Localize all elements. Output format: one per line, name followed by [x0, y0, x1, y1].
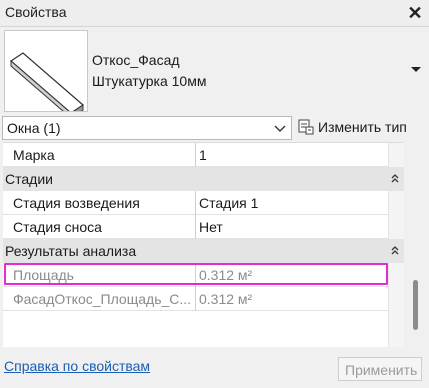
type-preview-image[interactable]	[4, 30, 88, 112]
collapse-chevron-icon[interactable]	[388, 244, 402, 258]
window-title: Свойства	[5, 4, 67, 20]
title-bar: Свойства ✕	[0, 0, 429, 26]
scrollbar-thumb[interactable]	[413, 280, 418, 330]
properties-help-link[interactable]: Справка по свойствам	[4, 358, 150, 374]
property-label: Стадия сноса	[13, 219, 102, 235]
type-dropdown-arrow-icon[interactable]	[410, 64, 422, 74]
filter-selected-value: Окна (1)	[7, 120, 61, 136]
area-row-highlight	[4, 263, 388, 285]
close-icon[interactable]: ✕	[405, 2, 425, 24]
divider	[0, 26, 429, 27]
category-analysis-results[interactable]: Результаты анализа	[3, 239, 404, 263]
chevron-down-icon	[274, 125, 286, 132]
instance-filter-dropdown[interactable]: Окна (1)	[2, 116, 292, 140]
edit-type-label: Изменить тип	[318, 119, 407, 135]
property-label: ФасадОткос_Площадь_С...	[13, 291, 192, 307]
property-row-phase-demolished[interactable]: Стадия сноса Нет	[3, 215, 388, 239]
property-row-mark[interactable]: Марка 1	[3, 143, 388, 167]
category-label: Результаты анализа	[5, 243, 137, 259]
collapse-chevron-icon[interactable]	[388, 172, 402, 186]
category-label: Стадии	[5, 171, 53, 187]
wall-slab-preview-icon	[10, 52, 84, 111]
property-value[interactable]: Стадия 1	[199, 195, 384, 211]
category-phases[interactable]: Стадии	[3, 167, 404, 191]
property-value: 0.312 м²	[199, 291, 253, 307]
type-name[interactable]: Штукатурка 10мм	[92, 73, 206, 89]
apply-button[interactable]: Применить	[338, 357, 422, 381]
property-label: Стадия возведения	[13, 195, 140, 211]
property-row-facade-slope-area[interactable]: ФасадОткос_Площадь_С... 0.312 м²	[3, 287, 388, 311]
property-value[interactable]: Нет	[199, 219, 384, 235]
edit-type-icon	[298, 119, 314, 135]
properties-grid[interactable]: Марка 1 Стадии Стадия возведения Стадия …	[3, 142, 404, 347]
type-family-name[interactable]: Откос_Фасад	[92, 52, 180, 68]
property-row-phase-created[interactable]: Стадия возведения Стадия 1	[3, 191, 388, 215]
property-label: Марка	[13, 147, 55, 163]
property-value[interactable]: 1	[199, 147, 384, 163]
